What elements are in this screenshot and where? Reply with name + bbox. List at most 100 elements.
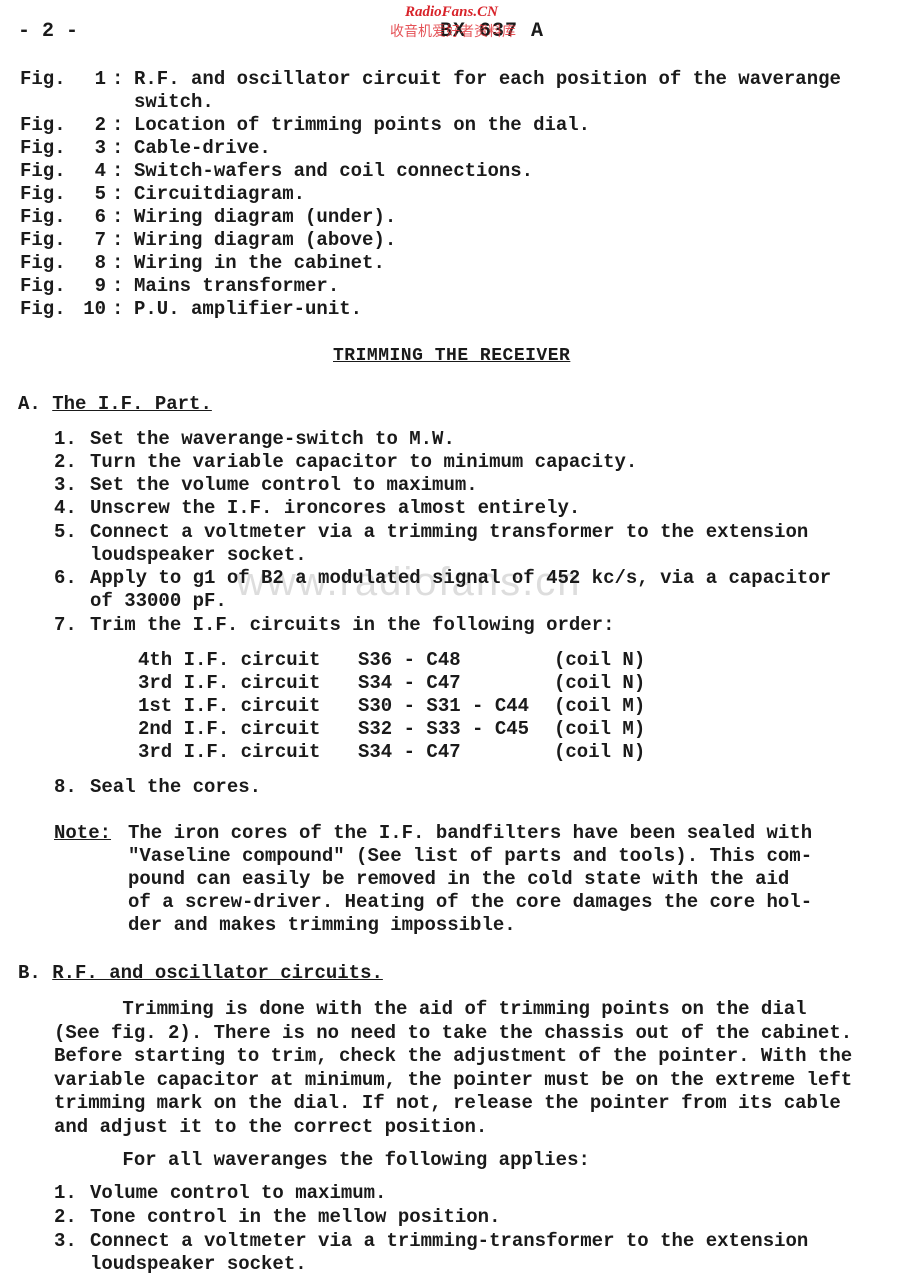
part-a-step: 1. Set the waverange-switch to M.W. <box>54 428 455 451</box>
figure-item: Fig. 7 : Wiring diagram (above). <box>20 229 396 251</box>
figure-item: Fig. 5 : Circuitdiagram. <box>20 183 305 205</box>
figure-caption: Wiring in the cabinet. <box>134 252 385 274</box>
figure-item: Fig. 1 : R.F. and oscillator circuit for… <box>20 68 841 114</box>
figure-number: 2 <box>94 114 106 136</box>
step-number: 2. <box>54 1206 77 1228</box>
step-text: Connect a voltmeter via a trimming trans… <box>90 521 809 566</box>
figure-caption: Location of trimming points on the dial. <box>134 114 591 136</box>
figure-separator: : <box>112 298 124 320</box>
part-b-step: 2. Tone control in the mellow position. <box>54 1206 500 1229</box>
figure-number: 3 <box>94 137 106 159</box>
if-parts: S36 - C48 <box>358 649 461 671</box>
if-parts: S30 - S31 - C44 <box>358 695 530 717</box>
figure-number: 1 <box>94 68 106 90</box>
if-table-row: 2nd I.F. circuit S32 - S33 - C45 (coil M… <box>138 718 654 740</box>
figure-number: 7 <box>94 229 106 251</box>
part-a-step: 5. Connect a voltmeter via a trimming tr… <box>54 521 808 567</box>
if-coil: (coil N) <box>554 672 646 694</box>
part-b-step: 3. Connect a voltmeter via a trimming-tr… <box>54 1230 808 1276</box>
figure-caption: Mains transformer. <box>134 275 340 297</box>
step-text: Turn the variable capacitor to minimum c… <box>90 451 638 473</box>
figure-separator: : <box>112 183 124 205</box>
figure-caption: R.F. and oscillator circuit for each pos… <box>134 68 841 113</box>
figure-label: Fig. <box>20 206 66 228</box>
figure-label: Fig. <box>20 68 66 90</box>
figure-label: Fig. <box>20 137 66 159</box>
part-a-step: 7. Trim the I.F. circuits in the followi… <box>54 614 615 637</box>
if-table-row: 4th I.F. circuit S36 - C48 (coil N) <box>138 649 654 671</box>
part-a-step: 3. Set the volume control to maximum. <box>54 474 478 497</box>
note-label: Note: <box>54 822 112 844</box>
figure-caption: Wiring diagram (under). <box>134 206 397 228</box>
if-coil: (coil N) <box>554 741 646 763</box>
figure-separator: : <box>112 68 124 90</box>
step-text: Seal the cores. <box>90 776 262 798</box>
part-a-letter: A. <box>18 393 41 415</box>
figure-label: Fig. <box>20 252 66 274</box>
step-text: Unscrew the I.F. ironcores almost entire… <box>90 497 581 519</box>
part-b-title: R.F. and oscillator circuits. <box>52 962 383 984</box>
figure-item: Fig. 10 : P.U. amplifier-unit. <box>20 298 362 320</box>
page-number: - 2 - <box>18 20 79 43</box>
step-number: 1. <box>54 428 77 450</box>
figure-item: Fig. 3 : Cable-drive. <box>20 137 271 159</box>
figure-label: Fig. <box>20 183 66 205</box>
if-circuit: 1st I.F. circuit <box>138 695 321 717</box>
step-number: 3. <box>54 1230 77 1252</box>
figure-item: Fig. 2 : Location of trimming points on … <box>20 114 590 136</box>
if-circuit: 3rd I.F. circuit <box>138 741 321 763</box>
figure-number: 6 <box>94 206 106 228</box>
step-number: 1. <box>54 1182 77 1204</box>
figure-separator: : <box>112 206 124 228</box>
part-b-intro: For all waveranges the following applies… <box>54 1149 590 1171</box>
step-text: Connect a voltmeter via a trimming-trans… <box>90 1230 809 1275</box>
step-number: 3. <box>54 474 77 496</box>
if-parts: S32 - S33 - C45 <box>358 718 530 740</box>
part-a-heading: A. The I.F. Part. <box>18 393 212 415</box>
if-circuit: 3rd I.F. circuit <box>138 672 321 694</box>
part-b-step: 1. Volume control to maximum. <box>54 1182 386 1205</box>
if-table-row: 3rd I.F. circuit S34 - C47 (coil N) <box>138 672 654 694</box>
if-table-row: 1st I.F. circuit S30 - S31 - C44 (coil M… <box>138 695 654 717</box>
figure-label: Fig. <box>20 114 66 136</box>
if-coil: (coil N) <box>554 649 646 671</box>
part-a-title: The I.F. Part. <box>52 393 212 415</box>
step-number: 6. <box>54 567 77 589</box>
part-a-step: 4. Unscrew the I.F. ironcores almost ent… <box>54 497 580 520</box>
part-b-letter: B. <box>18 962 41 984</box>
step-text: Trim the I.F. circuits in the following … <box>90 614 615 636</box>
part-a-step: 2. Turn the variable capacitor to minimu… <box>54 451 637 474</box>
figure-item: Fig. 4 : Switch-wafers and coil connecti… <box>20 160 533 182</box>
if-coil: (coil M) <box>554 718 646 740</box>
step-text: Volume control to maximum. <box>90 1182 387 1204</box>
figure-caption: Cable-drive. <box>134 137 271 159</box>
step-number: 5. <box>54 521 77 543</box>
figure-caption: Wiring diagram (above). <box>134 229 397 251</box>
if-circuit: 2nd I.F. circuit <box>138 718 321 740</box>
figure-number: 8 <box>94 252 106 274</box>
figure-number: 10 <box>83 298 106 320</box>
figure-item: Fig. 6 : Wiring diagram (under). <box>20 206 396 228</box>
if-circuit: 4th I.F. circuit <box>138 649 321 671</box>
figure-item: Fig. 8 : Wiring in the cabinet. <box>20 252 385 274</box>
part-a-step: 6. Apply to g1 of B2 a modulated signal … <box>54 567 831 613</box>
figure-label: Fig. <box>20 160 66 182</box>
figure-separator: : <box>112 137 124 159</box>
step-number: 7. <box>54 614 77 636</box>
if-table-row: 3rd I.F. circuit S34 - C47 (coil N) <box>138 741 654 763</box>
watermark-chinese: 收音机爱好者资料库 <box>390 24 516 40</box>
if-coil: (coil M) <box>554 695 646 717</box>
section-title: TRIMMING THE RECEIVER <box>333 346 571 366</box>
step-number: 2. <box>54 451 77 473</box>
step-text: Apply to g1 of B2 a modulated signal of … <box>90 567 832 612</box>
step-text: Set the volume control to maximum. <box>90 474 478 496</box>
note-block: Note: The iron cores of the I.F. bandfil… <box>54 822 812 937</box>
step-number: 8. <box>54 776 77 798</box>
step-text: Tone control in the mellow position. <box>90 1206 501 1228</box>
figure-separator: : <box>112 114 124 136</box>
figure-label: Fig. <box>20 298 66 320</box>
step-text: Set the waverange-switch to M.W. <box>90 428 455 450</box>
part-a-step: 8. Seal the cores. <box>54 776 261 799</box>
figure-separator: : <box>112 275 124 297</box>
figure-caption: P.U. amplifier-unit. <box>134 298 363 320</box>
